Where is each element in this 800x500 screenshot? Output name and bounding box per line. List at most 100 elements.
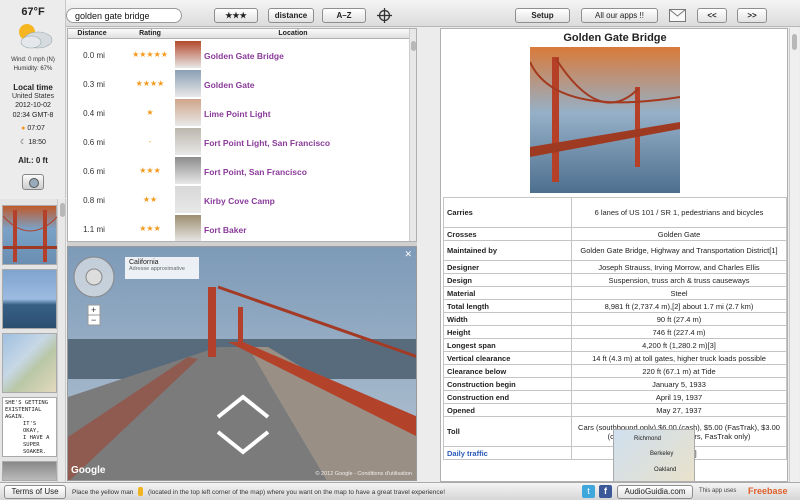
comic-line: I HAVE A [23,435,50,441]
row-distance: 1.1 mi [83,225,105,234]
infobox-key: Design [443,273,572,287]
infobox-value: 6 lanes of US 101 / SR 1, pedestrians an… [571,197,787,228]
infobox-value: Golden Gate Bridge, Highway and Transpor… [571,240,787,261]
column-location[interactable]: Location [178,30,408,37]
prev-button[interactable]: << [697,8,727,23]
row-location[interactable]: Lime Point Light [204,109,271,119]
map-label: Oakland [654,467,677,473]
terms-button[interactable]: Terms of Use [4,485,66,499]
hint-pre: Place the yellow man [72,489,134,496]
table-scrollbar[interactable] [409,29,416,241]
crosshair-icon[interactable] [377,8,392,23]
wind-humidity: Wind: 0 mph (N) Humidity: 67% [0,56,66,74]
row-distance: 0.6 mi [83,138,105,147]
next-button[interactable]: >> [737,8,767,23]
thumbnail-map[interactable] [2,333,57,393]
comic-line: SUPER SOAKER. [23,442,47,455]
twitter-icon[interactable]: t [582,485,595,498]
infobox-key: Longest span [443,338,572,352]
map-label: Berkeley [650,451,674,457]
wiki-panel: Golden Gate Bridge Carries 6 lanes of US … [440,28,788,482]
table-row[interactable]: 0.6 mi ★★★ Fort Point, San Francisco [68,156,409,185]
map-label: Richmond [634,436,662,442]
comic-line: IT'S OKAY, [23,421,40,434]
infobox-row: Vertical clearance 14 ft (4.3 m) at toll … [443,351,787,365]
row-rating: ★★★★★ [132,50,168,59]
row-location[interactable]: Kirby Cove Camp [204,196,275,206]
copyright[interactable]: © 2012 Google - Conditions d'utilisation [315,471,412,477]
row-distance: 0.8 mi [83,196,105,205]
search-input[interactable]: golden gate bridge [66,8,182,23]
hint-post: (located in the top left corner of the m… [148,489,446,496]
wiki-scroll-thumb[interactable] [792,34,797,50]
infobox-value: May 27, 1937 [571,403,787,417]
sort-az-button[interactable]: A–Z [322,8,366,23]
row-rating: - [148,137,152,146]
row-location[interactable]: Fort Point Light, San Francisco [204,138,330,148]
row-location[interactable]: Fort Baker [204,225,247,235]
infobox-value: 746 ft (227.4 m) [571,325,787,339]
row-location[interactable]: Golden Gate Bridge [204,51,284,61]
row-rating: ★★★ [139,166,161,175]
table-row[interactable]: 0.0 mi ★★★★★ Golden Gate Bridge [68,40,409,69]
infobox-key: Construction begin [443,377,572,391]
wiki-map[interactable]: Richmond Berkeley Oakland [613,429,695,481]
table-scroll-thumb[interactable] [411,41,416,51]
table-row[interactable]: 0.8 mi ★★ Kirby Cove Camp [68,185,409,214]
infobox-value: Suspension, truss arch & truss causeways [571,273,787,287]
infobox-row: Carries 6 lanes of US 101 / SR 1, pedestr… [443,197,787,228]
row-thumbnail[interactable] [175,128,201,155]
mail-icon[interactable] [669,9,686,22]
sort-rating-button[interactable]: ★★★ [214,8,258,23]
pegman-icon[interactable] [138,487,144,496]
row-thumbnail[interactable] [175,70,201,97]
close-icon[interactable]: ✕ [404,249,412,260]
table-header: Distance Rating Location [68,29,409,39]
thumbnail-partial[interactable] [2,461,57,481]
thumbnail-bridge[interactable] [2,205,59,265]
row-thumbnail[interactable] [175,215,201,241]
setup-button[interactable]: Setup [515,8,570,23]
row-location[interactable]: Fort Point, San Francisco [204,167,307,177]
thumbnail-alcatraz[interactable] [2,269,57,329]
infobox-key: Total length [443,299,572,313]
row-thumbnail[interactable] [175,41,201,68]
svg-text:−: − [91,315,96,325]
row-thumbnail[interactable] [175,99,201,126]
wiki-photo[interactable] [530,47,680,193]
table-row[interactable]: 0.4 mi ★ Lime Point Light [68,98,409,127]
infobox-key: Crosses [443,227,572,241]
infobox-row: Material Steel [443,286,787,300]
row-rating: ★★ [142,195,158,204]
camera-icon[interactable] [22,174,44,190]
table-row[interactable]: 0.3 mi ★★★★ Golden Gate [68,69,409,98]
infobox-key: Toll [443,416,572,447]
audioguidia-button[interactable]: AudioGuidia.com [617,485,693,499]
column-rating[interactable]: Rating [124,30,176,37]
place-subtitle: Adresse approximative [129,266,185,272]
row-rating: ★ [146,108,154,117]
time: 02:34 GMT-8 [12,112,54,119]
column-distance[interactable]: Distance [68,30,116,37]
freebase-logo[interactable]: Freebase [748,486,788,496]
street-view[interactable]: + − California Adresse approximative ✕ G… [67,246,417,481]
infobox-row: Designer Joseph Strauss, Irving Morrow, a… [443,260,787,274]
sunrise-time: 07:07 [27,125,45,132]
facebook-icon[interactable]: f [599,485,612,498]
comic-line: EXISTENTIAL AGAIN. [5,407,42,420]
thumbnails-scrollbar[interactable] [57,199,65,482]
thumbnail-comic[interactable]: SHE'S GETTING EXISTENTIAL AGAIN. IT'S OK… [2,397,57,457]
thumbnails-scroll-thumb[interactable] [60,203,65,217]
table-row[interactable]: 0.6 mi - Fort Point Light, San Francisco [68,127,409,156]
row-thumbnail[interactable] [175,186,201,213]
table-row[interactable]: 1.1 mi ★★★ Fort Baker [68,214,409,241]
row-thumbnail[interactable] [175,157,201,184]
row-location[interactable]: Golden Gate [204,80,255,90]
wiki-scrollbar[interactable] [789,28,799,482]
temperature: 67°F [21,6,45,18]
date: 2012-10-02 [15,102,51,109]
sort-distance-button[interactable]: distance [268,8,314,23]
all-apps-button[interactable]: All our apps !! [581,8,658,23]
weather-panel: 67°F Wind: 0 mph (N) Humidity: 67% Local… [0,0,66,198]
infobox-row: Maintained by Golden Gate Bridge, Highway… [443,240,787,261]
